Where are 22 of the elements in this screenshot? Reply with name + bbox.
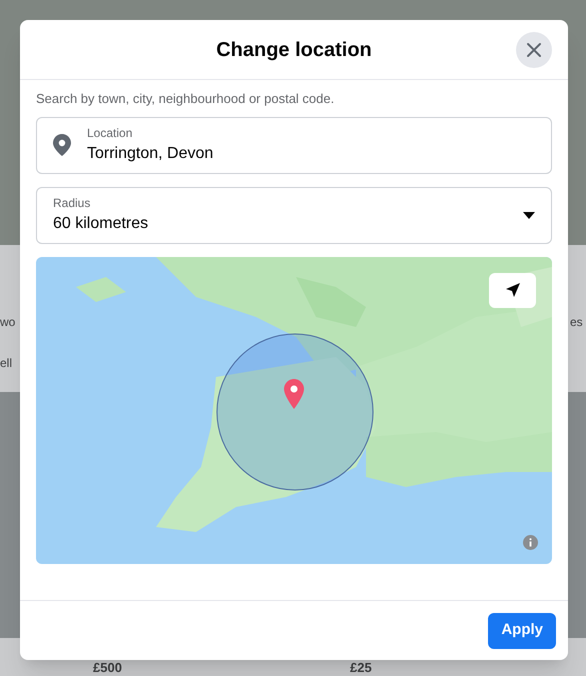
dialog-title: Change location <box>216 38 372 62</box>
map-pin-icon <box>284 378 304 408</box>
price-text: £500 <box>93 660 122 676</box>
price-text: £25 <box>350 660 372 676</box>
field-label: Location <box>87 125 134 142</box>
listing-text: wo <box>0 314 16 331</box>
listing-text: es <box>570 314 583 331</box>
field-value: 60 kilometres <box>53 214 150 234</box>
radius-dropdown[interactable]: Radius 60 kilometres <box>36 186 552 244</box>
close-icon <box>526 42 542 58</box>
location-field[interactable]: Location Torrington, Devon <box>36 116 552 174</box>
close-button[interactable] <box>516 32 552 68</box>
field-value: Torrington, Devon <box>87 144 214 164</box>
hint-text: Search by town, city, neighbourhood or postal code. <box>36 90 336 108</box>
apply-button[interactable]: Apply <box>488 612 556 648</box>
info-icon[interactable] <box>523 534 538 550</box>
location-pin-icon <box>53 134 71 156</box>
listing-text: ell <box>0 355 12 372</box>
locate-button[interactable] <box>489 272 536 308</box>
field-label: Radius <box>53 195 92 212</box>
navigation-arrow-icon <box>506 283 520 297</box>
caret-icon <box>523 212 535 218</box>
